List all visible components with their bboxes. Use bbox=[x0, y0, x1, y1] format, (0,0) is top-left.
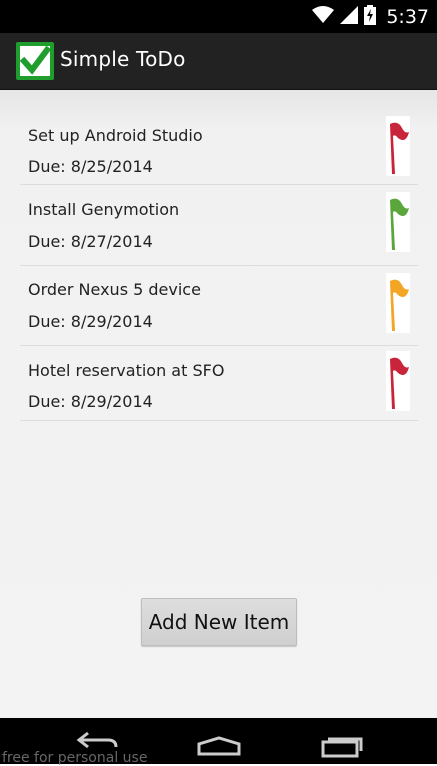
todo-title: Order Nexus 5 device bbox=[28, 280, 201, 299]
flag-icon bbox=[386, 273, 410, 333]
status-time: 5:37 bbox=[386, 5, 429, 28]
todo-item[interactable]: Install Genymotion Due: 8/27/2014 bbox=[20, 185, 418, 266]
todo-list: Set up Android Studio Due: 8/25/2014 Ins… bbox=[20, 110, 418, 421]
battery-charging-icon bbox=[364, 4, 377, 29]
todo-due-date: Due: 8/27/2014 bbox=[28, 232, 153, 251]
todo-title: Install Genymotion bbox=[28, 200, 180, 219]
wifi-icon bbox=[312, 5, 335, 28]
add-new-item-button[interactable]: Add New Item bbox=[141, 598, 297, 646]
todo-title: Hotel reservation at SFO bbox=[28, 361, 225, 380]
flag-icon bbox=[386, 192, 410, 252]
signal-icon bbox=[340, 5, 359, 28]
todo-due-date: Due: 8/29/2014 bbox=[28, 312, 153, 331]
flag-icon bbox=[386, 351, 410, 411]
recents-icon[interactable] bbox=[320, 736, 364, 762]
flag-icon bbox=[386, 116, 410, 176]
todo-due-date: Due: 8/25/2014 bbox=[28, 157, 153, 176]
todo-item[interactable]: Set up Android Studio Due: 8/25/2014 bbox=[20, 110, 418, 185]
home-icon[interactable] bbox=[196, 736, 242, 760]
todo-item[interactable]: Hotel reservation at SFO Due: 8/29/2014 bbox=[20, 346, 418, 421]
action-bar: Simple ToDo bbox=[0, 33, 437, 90]
todo-due-date: Due: 8/29/2014 bbox=[28, 392, 153, 411]
todo-item[interactable]: Order Nexus 5 device Due: 8/29/2014 bbox=[20, 266, 418, 346]
todo-title: Set up Android Studio bbox=[28, 126, 203, 145]
checkbox-check-icon bbox=[16, 42, 54, 80]
status-bar: 5:37 bbox=[0, 0, 437, 33]
status-icons: 5:37 bbox=[312, 4, 429, 29]
app-title: Simple ToDo bbox=[60, 47, 186, 71]
